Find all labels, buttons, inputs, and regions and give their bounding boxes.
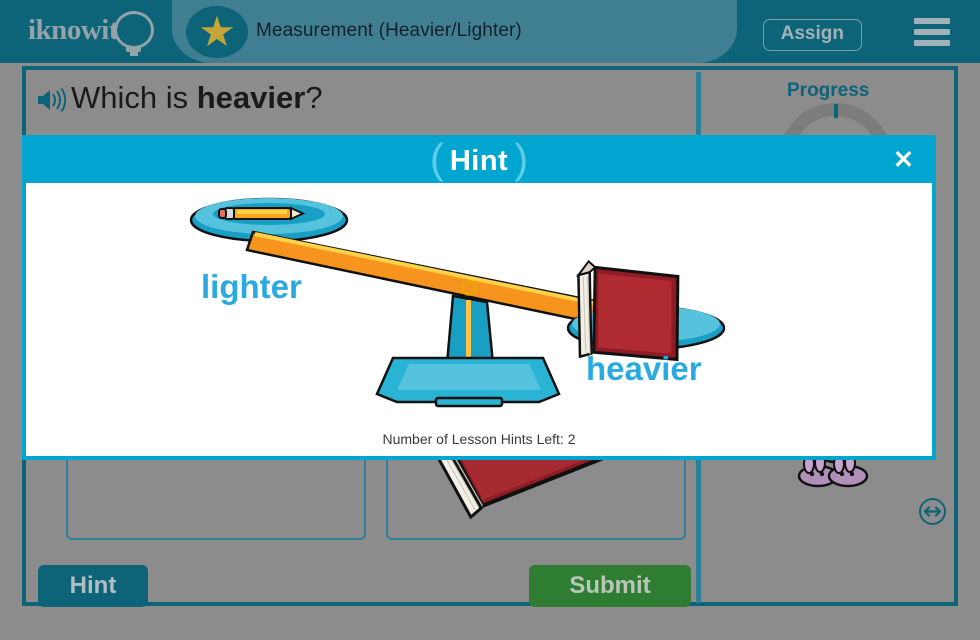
progress-ring-tick	[834, 104, 838, 118]
top-bar: iknowit ★ Measurement (Heavier/Lighter) …	[0, 0, 980, 63]
lightbulb-icon	[114, 11, 154, 49]
hint-modal-body: lighter heavier	[26, 183, 932, 431]
lightbulb-tip-icon	[130, 52, 138, 56]
hints-left-text: Number of Lesson Hints Left: 2	[382, 431, 576, 447]
hint-button[interactable]: Hint	[38, 565, 148, 607]
pencil-icon	[218, 206, 306, 221]
hint-modal-title: Hint	[449, 144, 509, 177]
progress-label: Progress	[787, 80, 870, 101]
submit-button[interactable]: Submit	[529, 565, 691, 607]
question-prefix: Which is	[71, 80, 197, 115]
hint-modal-header: ( Hint ) ✕	[26, 135, 932, 183]
label-heavier: heavier	[586, 350, 702, 387]
hint-modal-title-wrap: ( Hint )	[26, 135, 932, 183]
hint-modal: ( Hint ) ✕ lighter heavier Number of Les…	[22, 135, 936, 460]
app-logo[interactable]: iknowit	[28, 10, 163, 56]
star-badge: ★	[186, 6, 248, 58]
balance-scale-illustration: lighter heavier	[189, 197, 726, 408]
assign-button[interactable]: Assign	[762, 19, 862, 51]
hint-modal-footer: Number of Lesson Hints Left: 2	[26, 431, 932, 456]
question-suffix: ?	[305, 80, 323, 115]
question-row: Which is heavier?	[36, 80, 323, 116]
page-title: Measurement (Heavier/Lighter)	[256, 20, 522, 41]
close-x-icon[interactable]: ✕	[893, 148, 914, 173]
question-text: Which is heavier?	[71, 80, 323, 116]
decorative-paren-right: )	[514, 135, 529, 182]
question-emphasis: heavier	[196, 80, 306, 115]
app-root: iknowit ★ Measurement (Heavier/Lighter) …	[0, 0, 980, 640]
decorative-paren-left: (	[429, 135, 444, 182]
label-lighter: lighter	[201, 268, 302, 305]
resize-horizontal-icon[interactable]	[919, 498, 946, 525]
logo-text: iknowit	[28, 14, 118, 46]
hamburger-menu-icon[interactable]	[914, 18, 950, 46]
star-icon: ★	[198, 8, 236, 55]
speaker-audio-icon[interactable]	[36, 87, 66, 113]
